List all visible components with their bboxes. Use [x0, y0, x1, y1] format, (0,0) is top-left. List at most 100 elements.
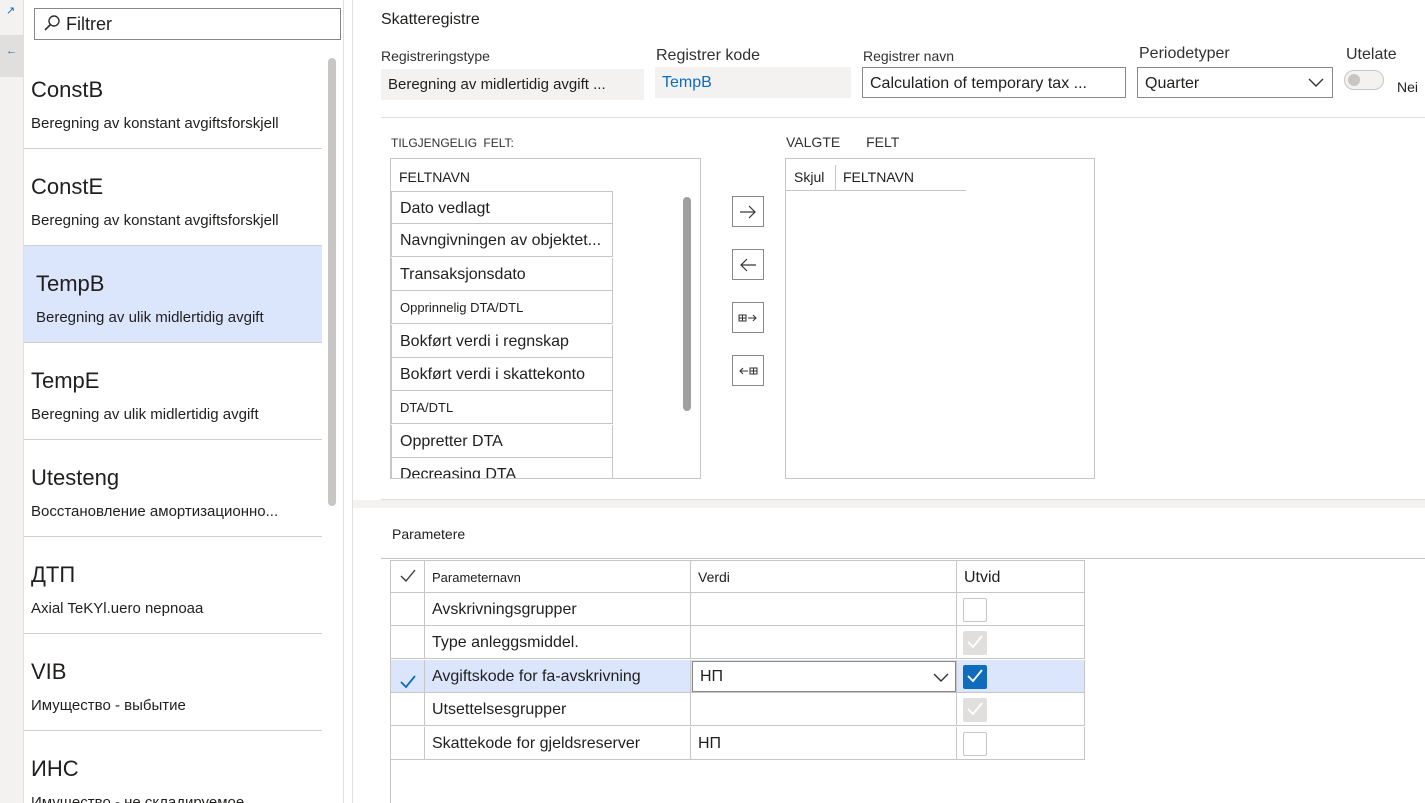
period-select[interactable]: Quarter — [1137, 67, 1333, 98]
checkmark-icon — [400, 569, 416, 582]
list-item[interactable]: ConstE Beregning av konstant avgiftsforsk… — [24, 149, 322, 246]
list-item-code: ДТП — [31, 562, 76, 587]
arrow-left-icon — [740, 258, 756, 271]
grid-header-row: Parameternavn Verdi Utvid — [390, 560, 1085, 594]
available-field-item[interactable]: Bokført verdi i regnskap — [391, 324, 613, 358]
list-item-description: Beregning av ulik midlertidig avgift — [31, 406, 259, 423]
row-select-cell[interactable] — [390, 659, 425, 693]
chevron-down-icon — [933, 673, 949, 682]
row-expand-cell — [957, 626, 1085, 660]
expand-checkbox[interactable] — [963, 598, 987, 622]
back-arrow-icon[interactable]: ← — [6, 45, 17, 57]
expand-checkbox[interactable] — [963, 731, 987, 756]
available-field-item[interactable]: DTA/DTL — [391, 391, 613, 425]
available-field-item[interactable]: Opprinnelig DTA/DTL — [391, 291, 613, 325]
list-item-code: TempE — [31, 368, 100, 393]
edit-icon[interactable]: ↗ — [6, 4, 15, 17]
list-item[interactable]: TempE Beregning av ulik midlertidig avgif… — [24, 343, 322, 440]
arrow-right-icon — [740, 205, 756, 218]
name-label: Registrer navn — [863, 48, 955, 64]
type-label: Registreringstype — [381, 48, 490, 64]
toggle-knob — [1348, 74, 1360, 86]
selected-header-line — [786, 190, 966, 191]
row-value-cell[interactable] — [691, 593, 957, 626]
remove-all-icon — [739, 367, 758, 374]
available-caption: TILGJENGELIG FELT: — [391, 136, 514, 150]
list-item[interactable]: TempB Beregning av ulik midlertidig avgif… — [24, 246, 322, 343]
pane-divider — [352, 0, 353, 803]
available-field-item[interactable]: Navngivningen av objektet... — [391, 224, 613, 258]
app-root: ↗ ← Filtrer ConstB Beregning av konstant … — [0, 0, 1425, 803]
period-value: Quarter — [1145, 75, 1200, 92]
col-header-expand[interactable]: Utvid — [957, 561, 1085, 594]
col-header-value[interactable]: Verdi — [691, 561, 957, 594]
available-fields-list[interactable]: FELTNAVN Dato vedlagt Navngivningen av ob… — [390, 158, 701, 479]
filter-input[interactable]: Filtrer — [34, 8, 341, 40]
row-name-cell: Avgiftskode for fa-avskrivning — [425, 659, 691, 693]
available-scrollbar[interactable] — [683, 197, 691, 411]
available-field-item[interactable]: Decreasing DTA — [391, 458, 613, 478]
expand-checkbox — [963, 698, 987, 723]
row-select-cell[interactable] — [390, 726, 425, 760]
row-select-cell[interactable] — [390, 693, 425, 727]
parameters-title: Parametere — [392, 526, 466, 542]
register-list: ConstB Beregning av konstant avgiftsforsk… — [24, 52, 322, 803]
list-item[interactable]: ConstB Beregning av konstant avgiftsforsk… — [24, 52, 322, 149]
add-field-button[interactable] — [732, 196, 764, 227]
list-item[interactable]: Utesteng Восстановление амортизационно... — [24, 440, 322, 537]
available-caption-2: FELT: — [483, 136, 514, 150]
row-value-cell[interactable] — [691, 626, 957, 660]
available-field-item[interactable]: Dato vedlagt — [391, 191, 613, 224]
select-all-cell[interactable] — [390, 561, 425, 594]
list-item-description: Axial TeKYl.uero nepnoaa — [31, 600, 204, 617]
row-selected-icon — [400, 668, 416, 693]
available-field-item[interactable]: Oppretter DTA — [391, 424, 613, 458]
remove-all-fields-button[interactable] — [732, 355, 764, 386]
row-name-cell: Type anleggsmiddel. — [425, 626, 691, 660]
code-value[interactable]: TempB — [655, 67, 851, 98]
selected-caption-2: FELT — [866, 134, 900, 150]
row-select-cell[interactable] — [390, 626, 425, 660]
list-scrollbar[interactable] — [328, 58, 336, 506]
list-item[interactable]: VIB Имущество - выбытие — [24, 634, 322, 731]
row-expand-cell — [957, 693, 1085, 727]
list-item-description: Beregning av ulik midlertidig avgift — [36, 309, 264, 326]
row-value-cell[interactable] — [691, 693, 957, 727]
selected-col-name: FELTNAVN — [843, 169, 915, 185]
row-select-cell[interactable] — [390, 593, 425, 626]
list-item-description: Beregning av konstant avgiftsforskjell — [31, 212, 279, 229]
table-row[interactable]: Type anleggsmiddel. — [390, 626, 1085, 660]
row-value-cell[interactable]: НП — [691, 726, 957, 760]
list-item[interactable]: ДТП Axial TeKYl.uero nepnoaa — [24, 537, 322, 634]
expand-checkbox[interactable] — [963, 664, 987, 689]
list-item[interactable]: ИНС Имущество - не складируемое — [24, 731, 322, 803]
available-column-header: FELTNAVN — [399, 169, 471, 185]
nav-selected-item[interactable]: ← — [0, 35, 24, 77]
selected-col-hide: Skjul — [794, 169, 825, 185]
parameters-line — [381, 558, 1425, 559]
table-row[interactable]: Skattekode for gjeldsreserver НП — [390, 726, 1085, 760]
expand-checkbox — [963, 631, 987, 656]
list-item-code: ConstB — [31, 77, 104, 102]
list-item-code: VIB — [31, 659, 67, 684]
table-row[interactable]: Avgiftskode for fa-avskrivning НП — [390, 659, 1085, 693]
row-name-cell: Utsettelsesgrupper — [425, 693, 691, 727]
available-field-item[interactable]: Transaksjonsdato — [391, 257, 613, 291]
list-item-description: Имущество - выбытие — [31, 697, 186, 714]
column-divider — [835, 165, 836, 191]
table-row[interactable]: Avskrivningsgrupper — [390, 593, 1085, 626]
name-field[interactable]: Calculation of temporary tax ... — [862, 67, 1126, 98]
list-item-description: Имущество - не складируемое — [31, 794, 245, 803]
exclude-toggle[interactable] — [1344, 70, 1384, 90]
row-expand-cell — [957, 726, 1085, 760]
remove-field-button[interactable] — [732, 249, 764, 280]
available-field-item[interactable]: Bokført verdi i skattekonto — [391, 358, 613, 391]
filter-placeholder: Filtrer — [66, 14, 112, 34]
add-all-fields-button[interactable] — [732, 302, 764, 333]
period-label: Periodetyper — [1139, 45, 1230, 62]
col-header-name[interactable]: Parameternavn — [425, 561, 691, 594]
table-row[interactable]: Utsettelsesgrupper — [390, 693, 1085, 727]
value-select[interactable]: НП — [692, 660, 956, 692]
row-value-cell[interactable]: НП — [691, 659, 957, 693]
selected-fields-list[interactable]: Skjul FELTNAVN — [785, 158, 1095, 479]
